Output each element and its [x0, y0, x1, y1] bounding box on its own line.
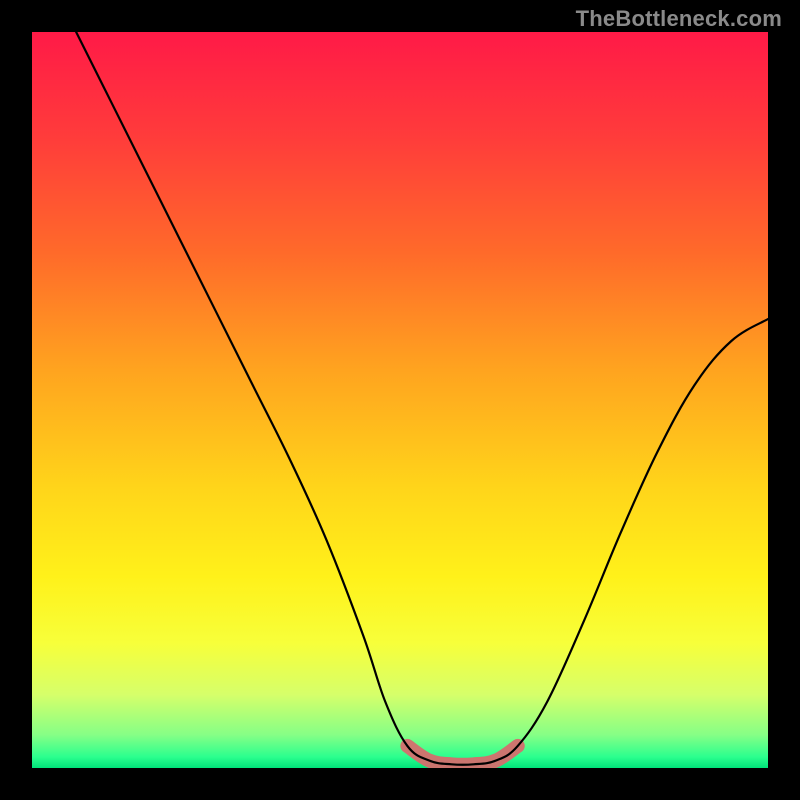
- chart-frame: TheBottleneck.com: [0, 0, 800, 800]
- chart-canvas: [32, 32, 768, 768]
- watermark-label: TheBottleneck.com: [576, 6, 782, 32]
- plot-area: [32, 32, 768, 768]
- gradient-background: [32, 32, 768, 768]
